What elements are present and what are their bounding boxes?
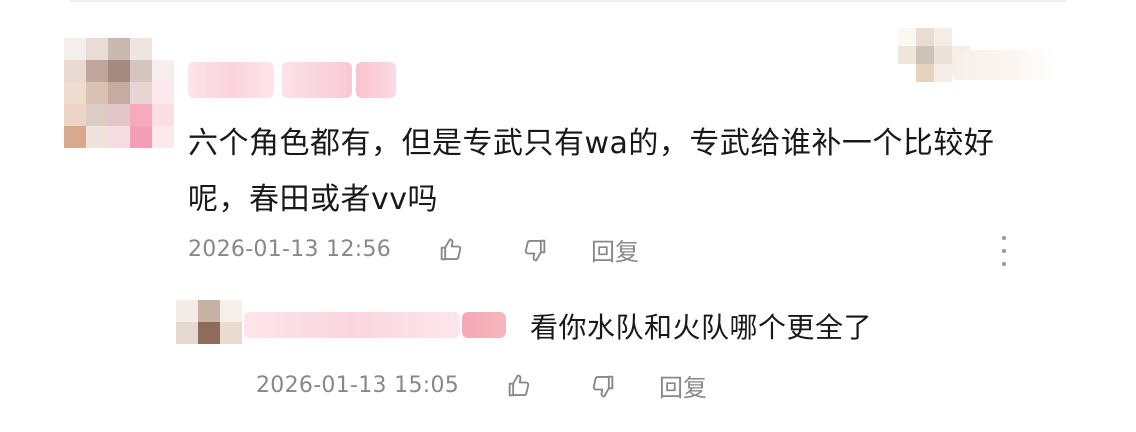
more-vertical-icon[interactable] [994,236,1014,266]
reply-username-blur [244,312,460,338]
reply-text: 看你水队和火队哪个更全了 [530,311,873,344]
replier-avatar[interactable] [176,300,242,344]
reply-meta: 2026-01-13 15:05 回复 [256,368,707,403]
comment-timestamp: 2026-01-13 12:56 [188,237,392,262]
top-divider [70,0,1066,2]
username-blur [188,62,274,98]
thumbs-down-icon[interactable] [519,234,551,266]
reply-button[interactable]: 回复 [659,368,707,403]
reply-username-blur [462,312,506,338]
comment-text: 六个角色都有，但是专武只有wa的，专武给谁补一个比较好呢，春田或者vv吗 [188,126,995,217]
thumbs-up-icon[interactable] [435,234,467,266]
blurred-badge-label [952,50,1056,80]
comment-meta: 2026-01-13 12:56 回复 [188,232,639,267]
thumbs-down-icon[interactable] [587,370,619,402]
commenter-avatar[interactable] [64,38,174,148]
reply-button[interactable]: 回复 [591,232,639,267]
thumbs-up-icon[interactable] [503,370,535,402]
username-blur [356,62,396,98]
username-blur [282,62,352,98]
reply-timestamp: 2026-01-13 15:05 [256,373,460,398]
